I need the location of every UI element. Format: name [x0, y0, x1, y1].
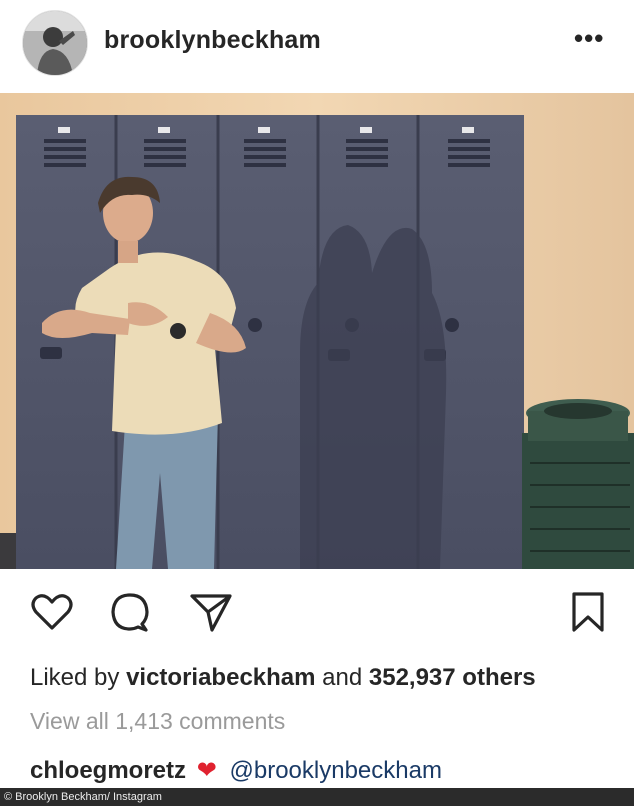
comment-username[interactable]: chloegmoretz: [30, 757, 186, 784]
comment-bubble-icon[interactable]: [108, 590, 152, 634]
more-options-icon[interactable]: •••: [574, 25, 604, 51]
avatar[interactable]: [22, 10, 88, 76]
likes-joiner: and: [322, 664, 363, 691]
view-all-comments-link[interactable]: View all 1,413 comments: [30, 708, 285, 735]
bookmark-icon[interactable]: [566, 590, 610, 634]
comment-item: chloegmoretz ❤ @brooklynbeckham: [30, 756, 442, 785]
post-header: brooklynbeckham •••: [0, 0, 634, 90]
post-username[interactable]: brooklynbeckham: [104, 26, 321, 55]
post-photo[interactable]: [0, 93, 634, 569]
heart-emoji-icon: ❤: [196, 757, 217, 784]
likes-count[interactable]: 352,937 others: [369, 664, 536, 691]
likes-summary: Liked by victoriabeckham and 352,937 oth…: [30, 664, 536, 692]
paper-plane-icon[interactable]: [188, 590, 232, 634]
comment-mention[interactable]: @brooklynbeckham: [229, 757, 441, 784]
photo-credit: © Brooklyn Beckham/ Instagram: [0, 788, 634, 806]
liked-by-user[interactable]: victoriabeckham: [126, 664, 315, 691]
post-actions: [0, 590, 634, 644]
heart-outline-icon[interactable]: [30, 590, 74, 634]
likes-prefix: Liked by: [30, 664, 120, 691]
